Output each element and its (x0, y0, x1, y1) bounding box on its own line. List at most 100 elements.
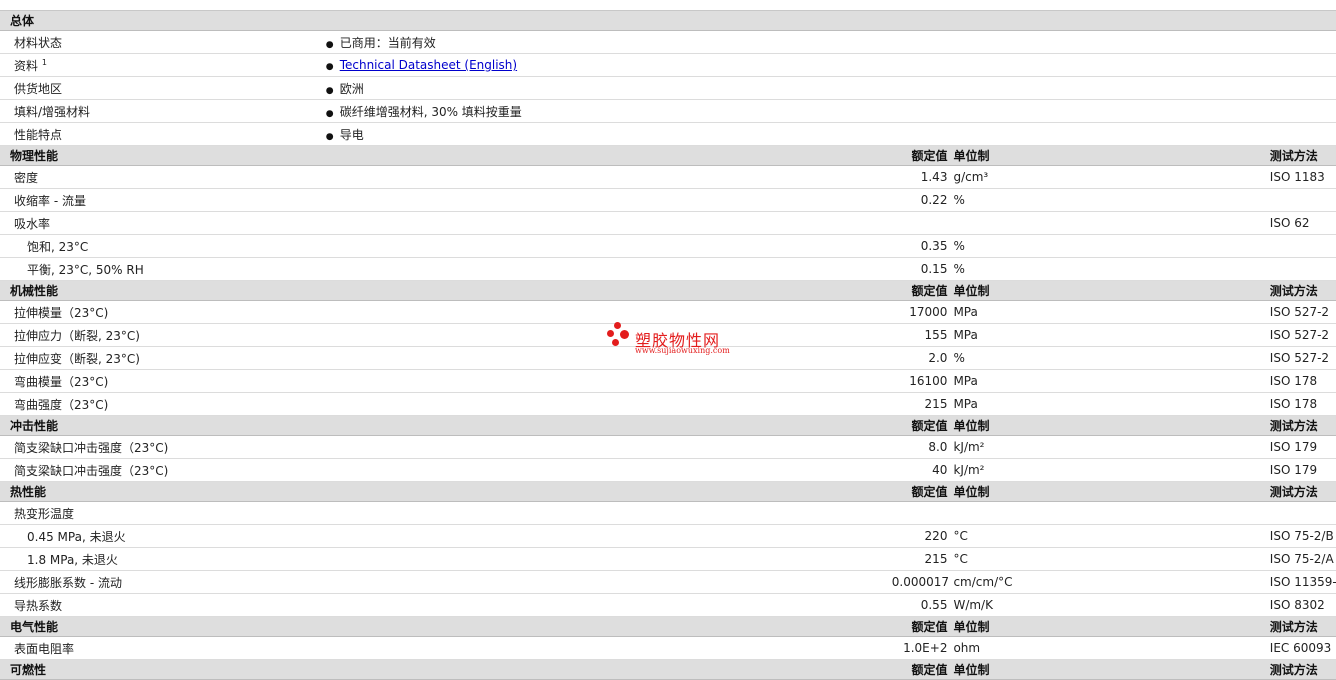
property-label: 资料 1 (0, 53, 320, 77)
test-method: ISO 8302 (1269, 593, 1336, 617)
test-method: ISO 527-2 (1269, 346, 1336, 370)
property-label: 性能特点 (0, 122, 320, 146)
property-unit: % (953, 257, 1270, 281)
test-method: ISO 75-2/B (1269, 524, 1336, 548)
property-value: 0.55 (891, 593, 954, 617)
property-value: 16100 (891, 369, 954, 393)
table-row: 填料/增强材料 ● 碳纤维增强材料, 30% 填料按重量 (0, 99, 1336, 123)
table-row: 性能特点 ● 导电 (0, 122, 1336, 146)
property-value: 0.35 (891, 234, 954, 258)
test-method: ISO 179 (1269, 458, 1336, 482)
property-label: 0.45 MPa, 未退火 (0, 524, 320, 548)
property-unit: °C (953, 547, 1270, 571)
property-label: 材料状态 (0, 30, 320, 54)
spacer (319, 165, 892, 189)
header-nominal: 额定值 (891, 415, 954, 436)
header-unit: 单位制 (953, 145, 1270, 166)
property-label: 弯曲强度（23°C) (0, 392, 320, 416)
technical-datasheet-link[interactable]: Technical Datasheet (English) (340, 58, 517, 72)
section-title: 总体 (0, 11, 1336, 31)
property-unit: °C (953, 524, 1270, 548)
table-row: 材料状态 ● 已商用：当前有效 (0, 30, 1336, 54)
property-label: 线形膨胀系数 - 流动 (0, 570, 320, 594)
property-label: 密度 (0, 165, 320, 189)
property-unit: cm/cm/°C (953, 570, 1270, 594)
property-value: 215 (891, 392, 954, 416)
table-row: 资料 1 ● Technical Datasheet (English) (0, 53, 1336, 77)
property-label: 拉伸应变（断裂, 23°C) (0, 346, 320, 370)
table-row: 密度 1.43 g/cm³ ISO 1183 (0, 165, 1336, 189)
section-header-mechanical: 机械性能 额定值 单位制 测试方法 (0, 280, 1336, 301)
property-label: 饱和, 23°C (0, 234, 320, 258)
property-value: 8.0 (891, 435, 954, 459)
property-value: ● Technical Datasheet (English) (319, 53, 1336, 77)
property-value: ● 碳纤维增强材料, 30% 填料按重量 (319, 99, 1336, 123)
section-title: 热性能 (0, 481, 320, 502)
property-label: 弯曲模量（23°C) (0, 369, 320, 393)
property-unit: W/m/K (953, 593, 1270, 617)
section-header-thermal: 热性能 额定值 单位制 测试方法 (0, 481, 1336, 502)
top-divider (0, 0, 1336, 11)
spacer (319, 300, 892, 324)
spacer (319, 346, 892, 370)
spacer (319, 458, 892, 482)
property-unit: ohm (953, 636, 1270, 660)
property-value: 1.43 (891, 165, 954, 189)
table-row: 拉伸应变（断裂, 23°C) 2.0% ISO 527-2 (0, 346, 1336, 370)
spacer (319, 415, 892, 436)
test-method: ISO 178 (1269, 369, 1336, 393)
test-method (1269, 501, 1336, 525)
property-label: 热变形温度 (0, 501, 320, 525)
table-row: 拉伸应力（断裂, 23°C) 155 MPa ISO 527-2 (0, 323, 1336, 347)
table-row: 弯曲模量（23°C) 16100 MPa ISO 178 (0, 369, 1336, 393)
property-unit: MPa (953, 323, 1270, 347)
section-header-general: 总体 (0, 11, 1336, 31)
property-unit: kJ/m² (953, 458, 1270, 482)
property-value: ● 导电 (319, 122, 1336, 146)
section-header-electrical: 电气性能 额定值 单位制 测试方法 (0, 616, 1336, 637)
header-nominal: 额定值 (891, 280, 954, 301)
property-unit: % (953, 346, 1270, 370)
spacer (319, 636, 892, 660)
section-title: 电气性能 (0, 616, 320, 637)
property-value: 220 (891, 524, 954, 548)
table-row: 弯曲强度（23°C) 215 MPa ISO 178 (0, 392, 1336, 416)
spacer (319, 570, 892, 594)
footnote-marker: 1 (41, 57, 47, 67)
spacer (319, 280, 892, 301)
property-label: 供货地区 (0, 76, 320, 100)
header-unit: 单位制 (953, 659, 1270, 680)
property-value: 155 (891, 323, 954, 347)
table-row: 拉伸模量（23°C) 17000 MPa ISO 527-2 (0, 300, 1336, 324)
section-title: 机械性能 (0, 280, 320, 301)
spacer (319, 659, 892, 680)
property-unit: % (953, 188, 1270, 212)
header-unit: 单位制 (953, 616, 1270, 637)
header-nominal: 额定值 (891, 616, 954, 637)
table-row: 1.8 MPa, 未退火 215 °C ISO 75-2/A (0, 547, 1336, 571)
property-value: 0.000017 (891, 570, 954, 594)
property-label: 1.8 MPa, 未退火 (0, 547, 320, 571)
test-method: ISO 11359-2 (1269, 570, 1336, 594)
table-row: 表面电阻率 1.0E+2 ohm IEC 60093 (0, 636, 1336, 660)
table-row: 收缩率 - 流量 0.22% (0, 188, 1336, 212)
property-value: 17000 (891, 300, 954, 324)
spacer (319, 392, 892, 416)
property-value: ● 欧洲 (319, 76, 1336, 100)
section-header-physical: 物理性能 额定值 单位制 测试方法 (0, 145, 1336, 166)
spacer (319, 369, 892, 393)
spacer (319, 547, 892, 571)
test-method: IEC 60093 (1269, 636, 1336, 660)
bullet-icon: ● (325, 39, 334, 50)
section-title: 冲击性能 (0, 415, 320, 436)
spacer (319, 257, 892, 281)
property-value: 2.0 (891, 346, 954, 370)
header-method: 测试方法 (1269, 145, 1336, 166)
property-label: 平衡, 23°C, 50% RH (0, 257, 320, 281)
property-label: 简支梁缺口冲击强度（23°C) (0, 435, 320, 459)
header-method: 测试方法 (1269, 481, 1336, 502)
property-unit (953, 501, 1270, 525)
test-method: ISO 62 (1269, 211, 1336, 235)
property-unit: MPa (953, 369, 1270, 393)
table-row: 0.45 MPa, 未退火 220 °C ISO 75-2/B (0, 524, 1336, 548)
